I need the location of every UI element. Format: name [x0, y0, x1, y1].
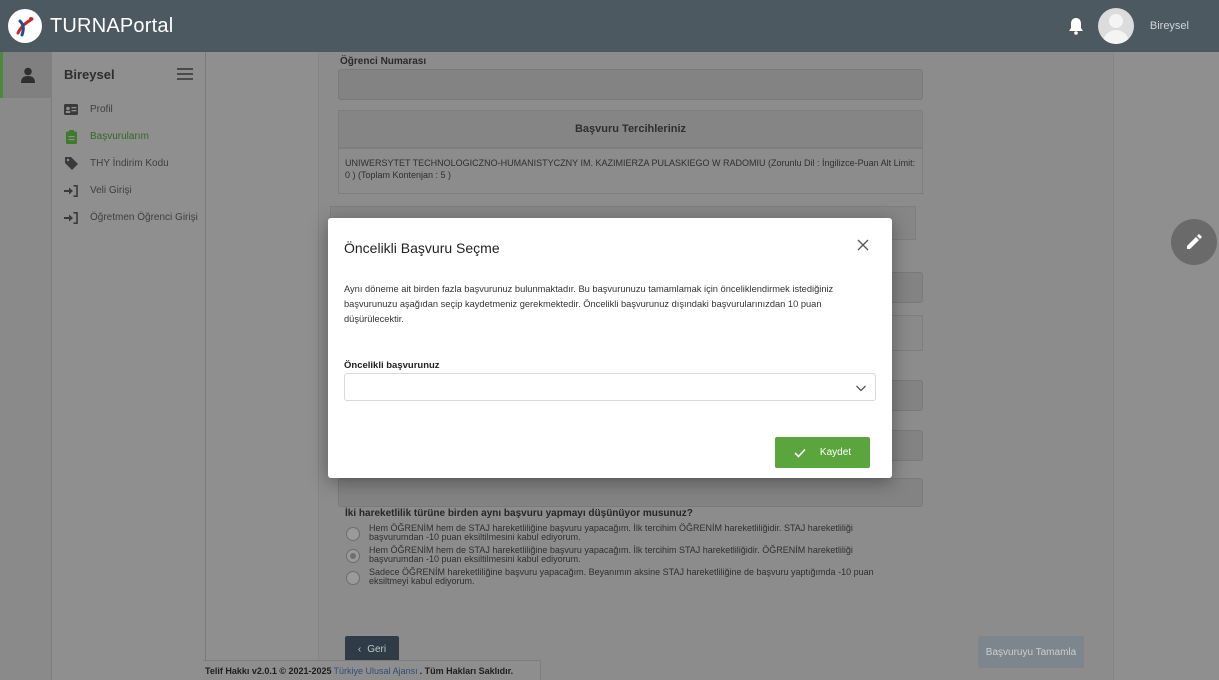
- rail-item-user[interactable]: [0, 52, 52, 98]
- turna-logo[interactable]: [8, 9, 42, 43]
- chevron-left-icon: ‹: [357, 643, 362, 655]
- priority-select-label: Öncelikli başvurunuz: [344, 360, 440, 371]
- save-button[interactable]: Kaydet: [775, 437, 870, 468]
- user-name[interactable]: Bireysel: [1150, 20, 1189, 32]
- crane-logo-icon: [16, 17, 34, 37]
- tag-icon: [64, 157, 78, 171]
- top-bar: TURNAPortal Bireysel: [0, 0, 1219, 52]
- mobility-option-3[interactable]: Sadece ÖĞRENİM hareketliliğine başvuru y…: [346, 567, 909, 587]
- sign-in-icon: [64, 211, 78, 225]
- close-icon[interactable]: [856, 238, 870, 252]
- sidebar-item-ogretmen-ogrenci-girisi[interactable]: Öğretmen Öğrenci Girişi: [52, 204, 205, 231]
- sidebar-item-label: Profil: [90, 104, 113, 115]
- sidebar-item-label: THY İndirim Kodu: [90, 158, 169, 169]
- hamburger-menu-icon[interactable]: [177, 68, 193, 80]
- id-card-icon: [64, 103, 78, 117]
- sign-in-icon: [64, 184, 78, 198]
- priority-application-modal: Öncelikli Başvuru Seçme Aynı döneme ait …: [328, 218, 892, 478]
- preferences-header: Başvuru Tercihleriniz: [338, 110, 923, 148]
- avatar[interactable]: [1097, 8, 1134, 44]
- footer: Telif Hakkı v2.0.1 © 2021-2025 Türkiye U…: [203, 660, 541, 680]
- icon-rail: [0, 52, 52, 680]
- modal-description: Aynı döneme ait birden fazla başvurunuz …: [344, 284, 834, 324]
- clipboard-icon: [64, 129, 78, 144]
- priority-application-select[interactable]: [344, 373, 876, 401]
- option-label: Sadece ÖĞRENİM hareketliliğine başvuru y…: [369, 567, 874, 587]
- mobility-option-2[interactable]: Hem ÖĞRENİM hem de STAJ hareketliliğine …: [346, 545, 909, 565]
- sidebar-title: Bireysel: [64, 66, 115, 82]
- radio-button-selected[interactable]: [346, 549, 360, 563]
- save-button-label: Kaydet: [819, 447, 852, 458]
- footer-rights: . Tüm Hakları Saklıdır.: [419, 665, 514, 676]
- sidebar: Bireysel Profil Başvurularım THY İndirim…: [52, 52, 206, 680]
- edit-fab-button[interactable]: [1171, 219, 1217, 265]
- radio-button[interactable]: [346, 527, 360, 541]
- radio-button[interactable]: [346, 571, 360, 585]
- bell-icon[interactable]: [1068, 17, 1084, 35]
- user-icon: [20, 67, 35, 83]
- back-button-label: Geri: [367, 643, 387, 655]
- pencil-icon: [1187, 234, 1202, 249]
- sidebar-item-veli-girisi[interactable]: Veli Girişi: [52, 177, 205, 204]
- option-label: Hem ÖĞRENİM hem de STAJ hareketliliğine …: [369, 545, 853, 565]
- sidebar-item-label: Başvurularım: [90, 131, 149, 142]
- complete-application-button[interactable]: Başvuruyu Tamamla: [978, 636, 1084, 668]
- student-number-label: Öğrenci Numarası: [340, 56, 427, 67]
- mobility-question: İki hareketlilik türüne birden aynı başv…: [345, 508, 693, 519]
- chevron-down-icon: [856, 385, 866, 392]
- footer-link[interactable]: Türkiye Ulusal Ajansı: [334, 666, 418, 676]
- mobility-option-1[interactable]: Hem ÖĞRENİM hem de STAJ hareketliliğine …: [346, 523, 909, 543]
- sidebar-item-thy-indirim-kodu[interactable]: THY İndirim Kodu: [52, 150, 205, 177]
- preference-item: UNIWERSYTET TECHNOLOGICZNO-HUMANISTYCZNY…: [338, 148, 923, 194]
- sidebar-item-profil[interactable]: Profil: [52, 96, 205, 123]
- modal-title: Öncelikli Başvuru Seçme: [344, 240, 500, 256]
- form-field[interactable]: [338, 478, 923, 507]
- footer-copyright: Telif Hakkı v2.0.1 © 2021-2025: [205, 665, 332, 676]
- back-button[interactable]: ‹ Geri: [345, 636, 399, 662]
- brand-name[interactable]: TURNAPortal: [50, 15, 173, 38]
- sidebar-item-label: Veli Girişi: [90, 185, 132, 196]
- option-label: Hem ÖĞRENİM hem de STAJ hareketliliğine …: [369, 523, 853, 543]
- check-icon: [794, 448, 806, 458]
- sidebar-item-basvurularim[interactable]: Başvurularım: [52, 123, 205, 150]
- student-number-field[interactable]: [338, 69, 923, 100]
- sidebar-item-label: Öğretmen Öğrenci Girişi: [90, 212, 198, 223]
